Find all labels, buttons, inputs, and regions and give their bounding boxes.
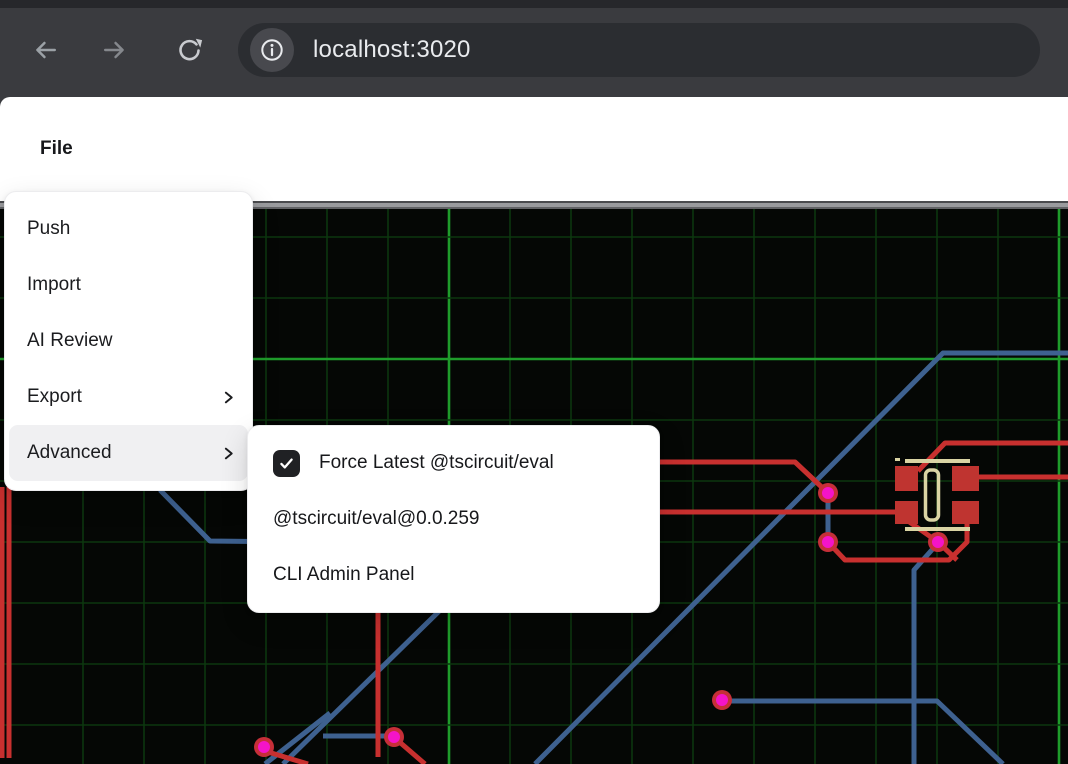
chevron-right-icon xyxy=(221,390,236,405)
chevron-right-icon xyxy=(221,446,236,461)
menu-item-label: Advanced xyxy=(27,442,221,464)
submenu-item-force-latest[interactable]: Force Latest @tscircuit/eval xyxy=(248,435,659,491)
window-frame-strip xyxy=(0,0,1068,8)
browser-toolbar: localhost:3020 xyxy=(0,0,1068,97)
menu-item-import[interactable]: Import xyxy=(5,257,252,313)
submenu-item-label: @tscircuit/eval@0.0.259 xyxy=(273,508,480,530)
submenu-item-label: CLI Admin Panel xyxy=(273,564,415,586)
address-bar[interactable]: localhost:3020 xyxy=(238,23,1040,77)
reload-icon xyxy=(176,37,203,64)
menu-item-label: AI Review xyxy=(27,330,236,352)
reload-button[interactable] xyxy=(170,31,208,69)
arrow-left-icon xyxy=(32,37,58,63)
forward-button[interactable] xyxy=(96,31,134,69)
submenu-item-eval-version[interactable]: @tscircuit/eval@0.0.259 xyxy=(248,491,659,547)
submenu-item-cli-admin-panel[interactable]: CLI Admin Panel xyxy=(248,547,659,603)
menu-item-label: Export xyxy=(27,386,221,408)
arrow-right-icon xyxy=(102,37,128,63)
file-menu-trigger[interactable]: File xyxy=(40,138,73,160)
menu-item-label: Push xyxy=(27,218,236,240)
advanced-submenu: Force Latest @tscircuit/eval @tscircuit/… xyxy=(247,425,660,613)
menu-item-push[interactable]: Push xyxy=(5,201,252,257)
file-menu-dropdown: Push Import AI Review Export Advanced xyxy=(4,191,253,491)
back-button[interactable] xyxy=(26,31,64,69)
url-text[interactable]: localhost:3020 xyxy=(313,23,471,77)
info-icon xyxy=(259,37,285,63)
menu-item-label: Import xyxy=(27,274,236,296)
menu-item-ai-review[interactable]: AI Review xyxy=(5,313,252,369)
checkmark-icon xyxy=(278,455,295,472)
menu-item-advanced[interactable]: Advanced xyxy=(9,425,248,481)
menu-item-export[interactable]: Export xyxy=(5,369,252,425)
submenu-item-label: Force Latest @tscircuit/eval xyxy=(319,452,554,474)
site-info-button[interactable] xyxy=(250,28,294,72)
checkbox-checked[interactable] xyxy=(273,450,300,477)
